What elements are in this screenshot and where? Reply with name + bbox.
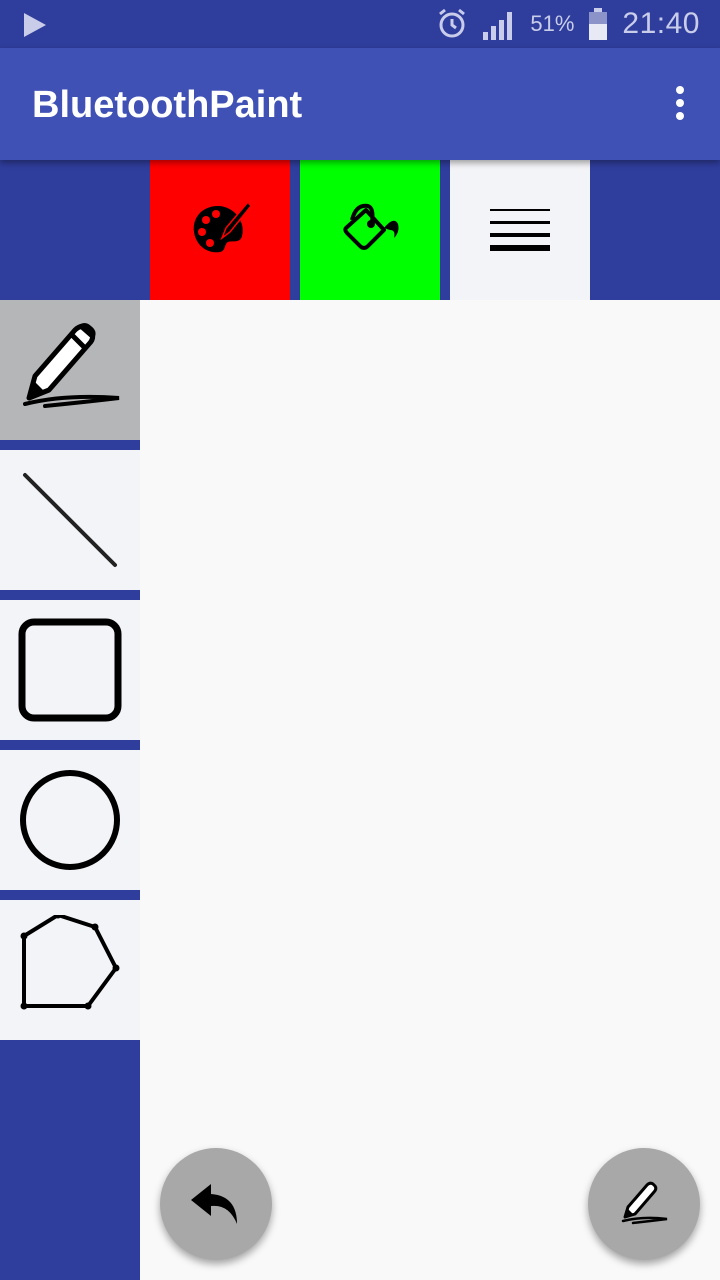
color-palette-button[interactable] (150, 160, 290, 300)
rectangle-icon (18, 618, 122, 722)
polygon-icon (20, 915, 120, 1010)
line-weight-icon (490, 209, 550, 251)
top-toolbar (0, 160, 720, 300)
app-bar: BluetoothPaint (0, 48, 720, 160)
signal-icon (483, 12, 513, 40)
tool-freehand-button[interactable] (0, 300, 140, 440)
overflow-menu-icon[interactable] (670, 86, 690, 126)
pen-icon (621, 1181, 668, 1225)
tool-circle-button[interactable] (0, 750, 140, 890)
status-time: 21:40 (622, 7, 700, 40)
undo-button[interactable] (160, 1148, 272, 1260)
circle-icon (20, 770, 120, 870)
paint-bucket-icon (343, 203, 399, 250)
play-store-icon (24, 13, 46, 37)
tool-sidebar (0, 300, 140, 1280)
pen-button[interactable] (588, 1148, 700, 1260)
undo-icon (191, 1184, 237, 1224)
tool-polygon-button[interactable] (0, 900, 140, 1040)
drawing-canvas[interactable] (140, 300, 720, 1280)
alarm-icon (439, 8, 466, 38)
line-icon (23, 473, 117, 567)
tool-line-button[interactable] (0, 450, 140, 590)
battery-percent: 51% (530, 11, 575, 36)
status-bar: 51% 21:40 (0, 0, 720, 48)
tool-rectangle-button[interactable] (0, 600, 140, 740)
stroke-width-button[interactable] (450, 160, 590, 300)
battery-icon (589, 8, 608, 40)
pencil-signature-icon (23, 323, 120, 408)
palette-icon (193, 200, 252, 253)
fill-color-button[interactable] (300, 160, 440, 300)
app-title: BluetoothPaint (32, 84, 303, 126)
